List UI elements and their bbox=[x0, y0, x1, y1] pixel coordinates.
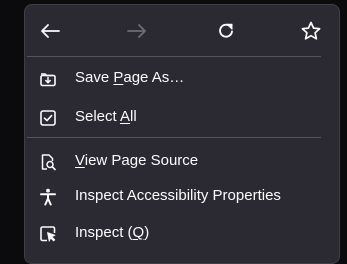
menu-separator bbox=[27, 56, 321, 57]
menu-item-label: Save Page As… bbox=[75, 69, 185, 86]
menu-item-label: Inspect (Q) bbox=[75, 224, 150, 241]
menu-item-select-all[interactable]: Select All bbox=[25, 103, 339, 131]
reload-button[interactable] bbox=[213, 18, 239, 44]
save-page-icon bbox=[39, 70, 57, 88]
menu-item-inspect[interactable]: Inspect (Q) bbox=[25, 219, 339, 247]
reload-icon bbox=[216, 21, 236, 41]
arrow-left-icon bbox=[39, 23, 61, 39]
forward-button[interactable] bbox=[124, 18, 150, 44]
star-icon bbox=[300, 20, 322, 42]
menu-item-label: View Page Source bbox=[75, 152, 199, 169]
menu-item-label: Inspect Accessibility Properties bbox=[75, 187, 281, 204]
back-button[interactable] bbox=[37, 18, 63, 44]
menu-item-inspect-accessibility[interactable]: Inspect Accessibility Properties bbox=[25, 182, 339, 210]
arrow-right-icon bbox=[126, 23, 148, 39]
inspect-icon bbox=[39, 225, 57, 243]
menu-item-label: Select All bbox=[75, 108, 137, 125]
view-source-icon bbox=[39, 153, 57, 171]
navigation-row bbox=[25, 5, 339, 55]
menu-separator bbox=[27, 137, 321, 138]
bookmark-button[interactable] bbox=[298, 18, 324, 44]
menu-item-view-page-source[interactable]: View Page Source bbox=[25, 147, 339, 175]
context-menu: Save Page As… Select All View Page Sourc… bbox=[24, 4, 340, 264]
accessibility-icon bbox=[39, 188, 57, 206]
select-all-icon bbox=[39, 109, 57, 127]
menu-item-save-page-as[interactable]: Save Page As… bbox=[25, 64, 339, 92]
